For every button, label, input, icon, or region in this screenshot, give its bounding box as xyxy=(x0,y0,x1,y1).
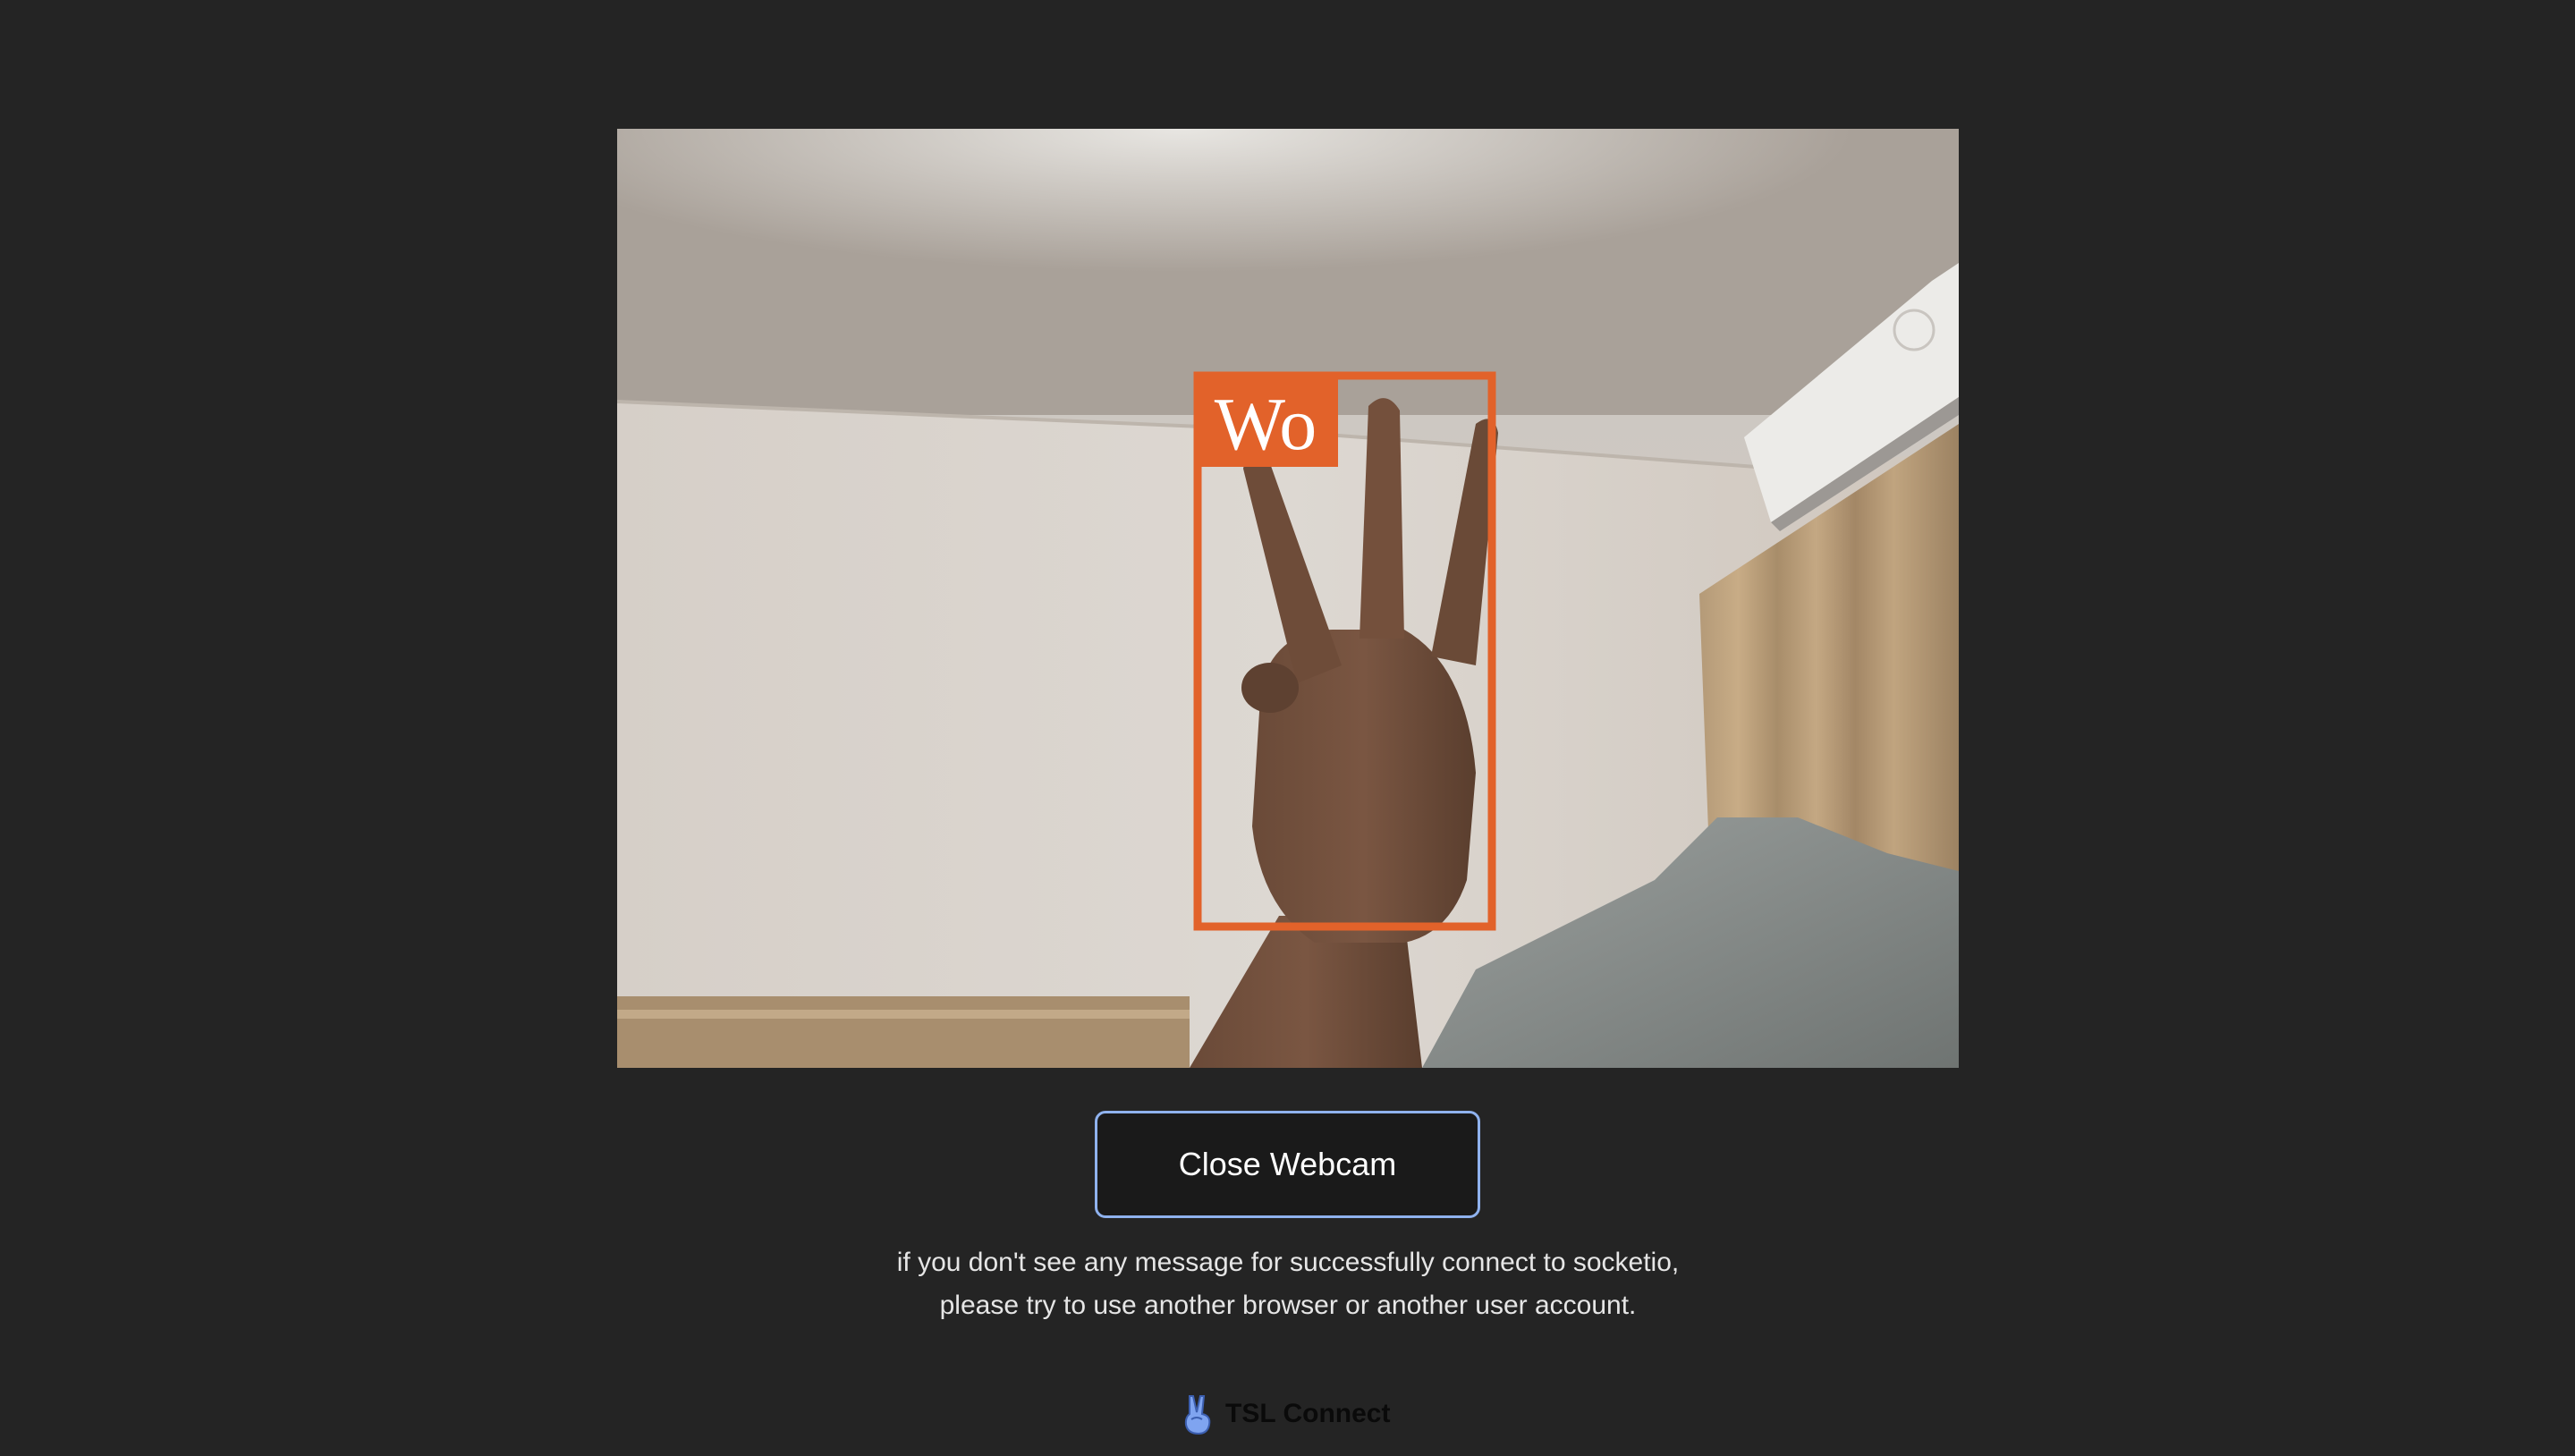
socketio-notice: if you don't see any message for success… xyxy=(617,1241,1959,1327)
brand-name: TSL Connect xyxy=(1225,1399,1391,1428)
notice-line-1: if you don't see any message for success… xyxy=(896,1248,1680,1277)
thumb xyxy=(1241,663,1299,713)
victory-hand-icon xyxy=(1184,1395,1211,1435)
notice-line-2: please try to use another browser or ano… xyxy=(939,1291,1637,1320)
detection-label: Wo xyxy=(1215,383,1317,466)
footer-brand: TSL Connect xyxy=(1181,1392,1390,1436)
webcam-feed: Wo xyxy=(617,129,1959,1068)
finger-middle xyxy=(1359,398,1404,639)
webcam-frame: Wo xyxy=(617,129,1959,1068)
close-webcam-button[interactable]: Close Webcam xyxy=(1095,1111,1480,1218)
page: Wo Close Webcam if you don't see any mes… xyxy=(0,0,2575,1456)
furniture xyxy=(617,996,1190,1068)
